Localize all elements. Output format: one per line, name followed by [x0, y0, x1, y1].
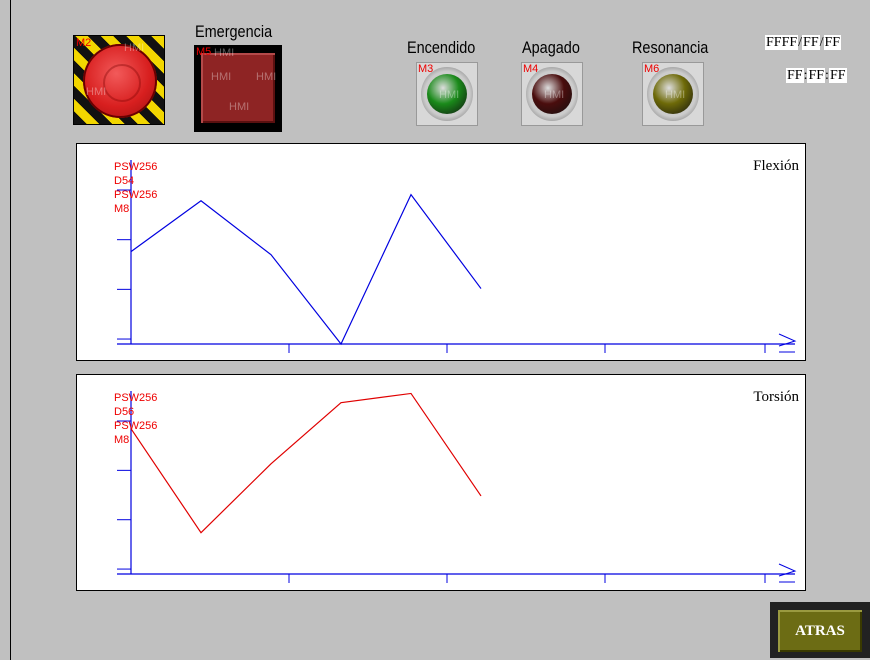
lamp-resonance-label: Resonancia [632, 38, 709, 57]
lamp-resonance-tag: M6 [644, 63, 660, 75]
torsion-trend-svg [117, 391, 797, 583]
flexion-trend-svg [117, 160, 797, 353]
emergency-tag: M5 [196, 46, 212, 58]
emergency-button[interactable]: M5 HMI HMI HMI HMI [194, 45, 282, 132]
lamp-off-indicator: M4 HMI [521, 62, 583, 126]
flexion-series-line [130, 193, 482, 346]
hmi-watermark: HMI [86, 86, 107, 98]
torsion-tag-4: M8 [114, 434, 130, 446]
emergency-stop-button[interactable]: M2 HMI HMI [73, 35, 165, 125]
flexion-tag-1: PSW256 [114, 161, 158, 173]
hmi-watermark: HMI [665, 89, 686, 101]
hmi-watermark: HMI [439, 89, 460, 101]
date-day: FF [823, 35, 842, 50]
date-sep: / [819, 35, 824, 50]
lamp-resonance-indicator: M6 HMI [642, 62, 704, 126]
lamp-on-tag: M3 [418, 63, 434, 75]
torsion-tag-2: D56 [114, 406, 135, 418]
date-display: FFFF/FF/FF [765, 35, 842, 51]
estop-tag: M2 [76, 37, 92, 49]
flexion-title: Flexión [753, 158, 799, 174]
time-minute: FF [807, 68, 826, 83]
lamp-off-label: Apagado [522, 38, 580, 57]
hmi-watermark: HMI [229, 101, 250, 113]
torsion-trend-chart: Torsión PSW256 D56 PSW256 M8 [76, 374, 806, 591]
torsion-tag-1: PSW256 [114, 392, 158, 404]
hmi-watermark: HMI [544, 89, 565, 101]
flexion-tag-2: D54 [114, 175, 135, 187]
hmi-watermark: HMI [124, 42, 145, 54]
back-button[interactable]: ATRAS [778, 610, 862, 652]
lamp-on-label: Encendido [407, 38, 476, 57]
emergency-stop-knob [83, 44, 157, 118]
time-hour: FF [786, 68, 804, 83]
torsion-series-line [130, 392, 482, 534]
time-display: FF:FF:FF [786, 68, 847, 84]
time-second: FF [828, 68, 847, 83]
emergency-stop-ring [103, 64, 141, 102]
date-month: FF [802, 35, 820, 50]
torsion-title: Torsión [753, 389, 799, 405]
emergency-label: Emergencia [195, 22, 273, 41]
flexion-tag-3: PSW256 [114, 189, 158, 201]
hmi-watermark: HMI [214, 47, 235, 59]
hmi-watermark: HMI [211, 71, 232, 83]
torsion-tag-3: PSW256 [114, 420, 158, 432]
flexion-trend-chart: Flexión PSW256 D54 PSW256 M8 [76, 143, 806, 361]
lamp-off-tag: M4 [523, 63, 539, 75]
lamp-on-indicator: M3 HMI [416, 62, 478, 126]
flexion-tag-4: M8 [114, 203, 130, 215]
date-year: FFFF [765, 35, 799, 50]
hmi-watermark: HMI [256, 71, 277, 83]
back-button-frame: ATRAS [770, 602, 870, 658]
